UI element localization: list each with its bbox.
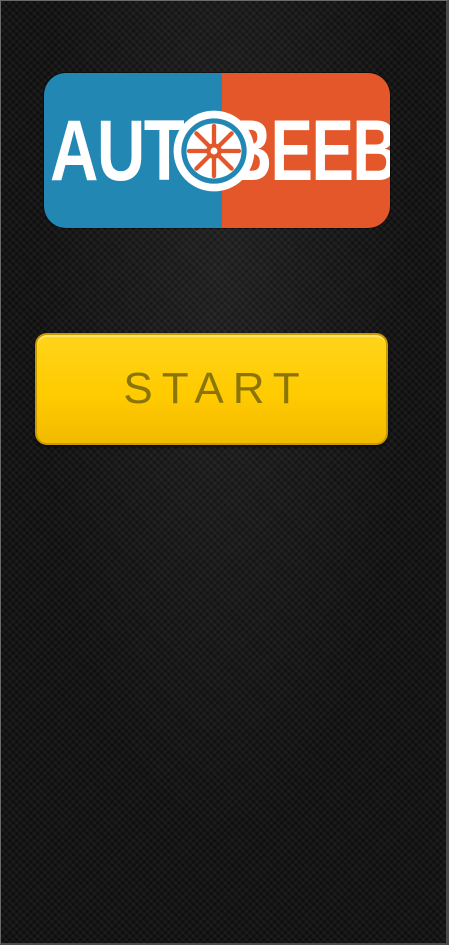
start-button[interactable]: START <box>35 333 388 445</box>
app-screen: AUT BEEB START <box>0 0 449 945</box>
autobeeb-logo: AUT BEEB <box>44 73 390 228</box>
logo-text-left: AUT <box>50 102 185 199</box>
start-button-label: START <box>123 364 309 413</box>
wheel-icon <box>173 110 255 192</box>
